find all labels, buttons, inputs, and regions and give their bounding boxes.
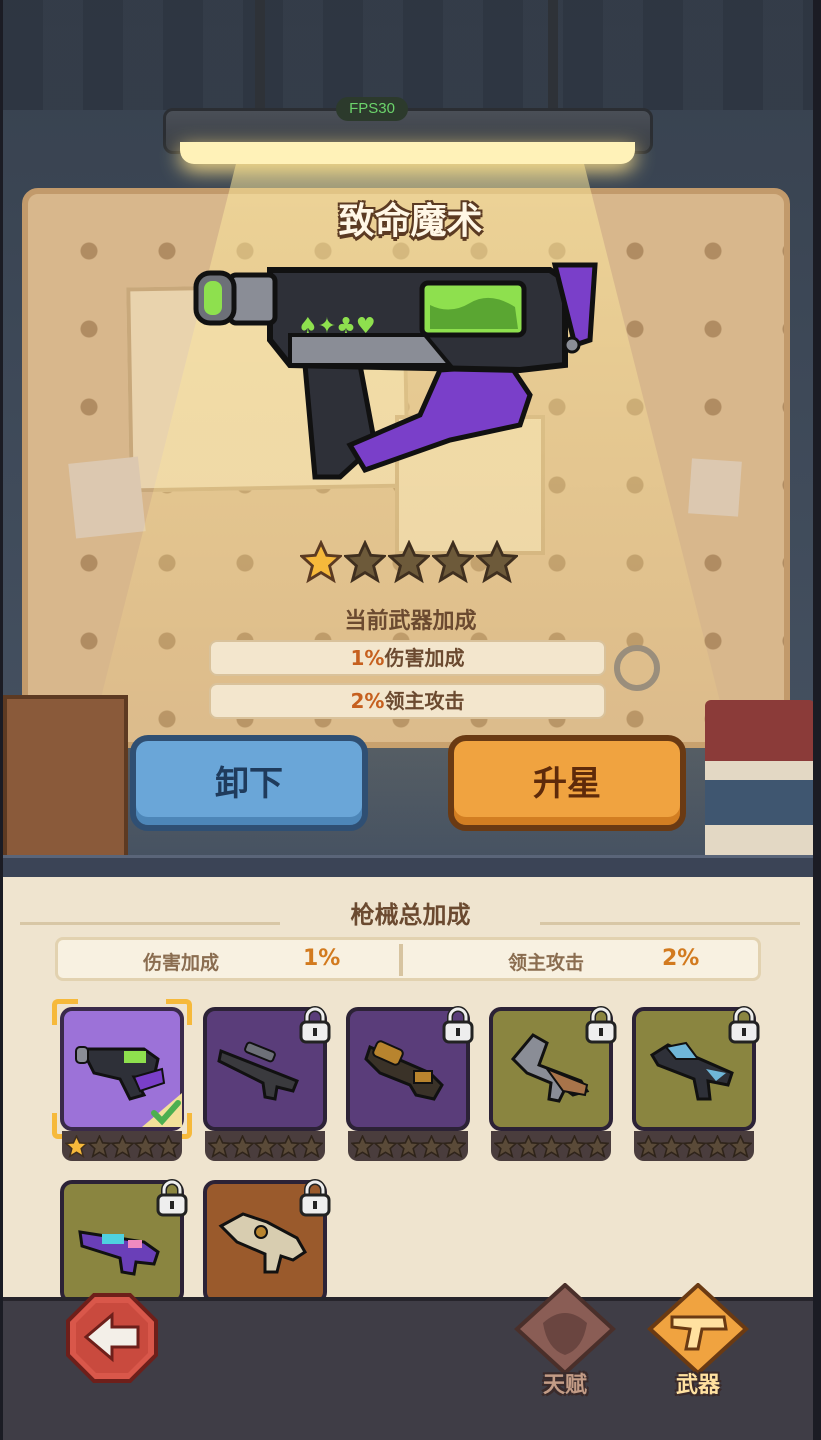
slot-stars — [491, 1131, 611, 1161]
star-empty-icon — [585, 1134, 609, 1158]
screen-edge — [813, 0, 821, 1440]
bonus-label: 伤害加成 — [384, 646, 465, 670]
star-empty-icon — [636, 1134, 660, 1158]
star-empty-icon — [516, 1134, 540, 1158]
bonus-label: 领主攻击 — [384, 689, 465, 713]
bonus-value: 2% — [350, 689, 385, 713]
screen-edge — [0, 0, 3, 1440]
star-empty-icon — [350, 1134, 374, 1158]
unequip-button[interactable]: 卸下 — [130, 735, 368, 831]
weapon-slot-ice-rifle[interactable] — [632, 1006, 760, 1165]
wall-ring-prop — [614, 645, 660, 691]
lock-icon — [299, 1006, 331, 1044]
fps-counter: FPS30 — [336, 97, 408, 121]
nav-tab-weapon[interactable]: 武器 — [646, 1283, 750, 1398]
star-filled-icon — [64, 1134, 88, 1158]
star-empty-icon — [539, 1134, 563, 1158]
nav-tab-label: 天赋 — [542, 1373, 587, 1398]
slot-stars — [634, 1131, 754, 1161]
weapon-slot-sniper[interactable] — [203, 1006, 331, 1165]
star-empty-icon — [299, 1134, 323, 1158]
bonus-heading: 当前武器加成 — [344, 609, 477, 634]
star-empty-icon — [156, 1134, 180, 1158]
magic-smg-large-icon: ♠✦♣♥ — [193, 262, 598, 480]
slot-stars — [205, 1131, 325, 1161]
star-empty-icon — [442, 1134, 466, 1158]
star-empty-icon — [493, 1134, 517, 1158]
sticky-note — [68, 456, 146, 539]
summary-separator — [399, 944, 403, 976]
books-prop — [705, 700, 815, 860]
toolbox-prop — [3, 695, 128, 860]
selection-corner — [52, 999, 78, 1025]
star-empty-icon — [476, 540, 518, 584]
summary-label: 伤害加成 — [143, 952, 220, 974]
bonus-row: 2%领主攻击 — [209, 683, 606, 719]
lamp-wire — [255, 0, 265, 110]
lock-icon — [728, 1006, 760, 1044]
bonus-row: 1%伤害加成 — [209, 640, 606, 676]
star-empty-icon — [419, 1134, 443, 1158]
weapon-slot-magic-smg[interactable] — [52, 999, 192, 1165]
back-arrow-icon[interactable] — [66, 1293, 158, 1383]
star-empty-icon — [230, 1134, 254, 1158]
total-bonus-bar: 伤害加成 1% 领主攻击 2% — [55, 937, 761, 981]
star-rating — [300, 540, 518, 588]
summary-value: 1% — [303, 946, 341, 971]
lamp-wire — [548, 0, 558, 110]
star-empty-icon — [388, 540, 430, 584]
lock-icon — [156, 1179, 188, 1217]
star-empty-icon — [133, 1134, 157, 1158]
star-empty-icon — [207, 1134, 231, 1158]
star-empty-icon — [432, 540, 474, 584]
summary-value: 2% — [662, 946, 700, 971]
star-empty-icon — [276, 1134, 300, 1158]
lamp-glow — [180, 142, 635, 164]
lock-icon — [585, 1006, 617, 1044]
selection-corner — [166, 999, 192, 1025]
weapon-screen: FPS30 致命魔术 ♠✦♣♥ 当前武器加成 1%伤害加成 2%领主攻击 卸下 … — [0, 0, 821, 1440]
slot-stars — [62, 1131, 182, 1161]
weapon-slot-grenade-launcher[interactable] — [346, 1006, 474, 1165]
star-empty-icon — [705, 1134, 729, 1158]
svg-text:♠✦♣♥: ♠✦♣♥ — [298, 314, 376, 339]
summary-label: 领主攻击 — [508, 952, 585, 974]
star-empty-icon — [659, 1134, 683, 1158]
collection-title: 枪械总加成 — [350, 901, 471, 929]
sticky-note — [688, 458, 742, 517]
star-empty-icon — [87, 1134, 111, 1158]
star-filled-icon — [300, 540, 342, 584]
weapon-slot-blunderbuss[interactable] — [489, 1006, 617, 1165]
nav-tab-talent[interactable]: 天赋 — [513, 1283, 617, 1398]
nav-tab-label: 武器 — [675, 1373, 720, 1398]
star-empty-icon — [253, 1134, 277, 1158]
star-empty-icon — [728, 1134, 752, 1158]
star-empty-icon — [396, 1134, 420, 1158]
ceiling-pipes — [3, 0, 813, 110]
upgrade-star-button[interactable]: 升星 — [448, 735, 686, 831]
weapon-name: 致命魔术 — [338, 201, 483, 242]
lock-icon — [442, 1006, 474, 1044]
pistol-icon — [647, 1283, 749, 1375]
star-empty-icon — [344, 540, 386, 584]
star-empty-icon — [110, 1134, 134, 1158]
panel-divider — [3, 855, 813, 877]
talent-mask-icon — [514, 1283, 616, 1375]
star-empty-icon — [682, 1134, 706, 1158]
lock-icon — [299, 1179, 331, 1217]
bonus-value: 1% — [350, 646, 385, 670]
star-empty-icon — [562, 1134, 586, 1158]
star-empty-icon — [373, 1134, 397, 1158]
slot-stars — [348, 1131, 468, 1161]
